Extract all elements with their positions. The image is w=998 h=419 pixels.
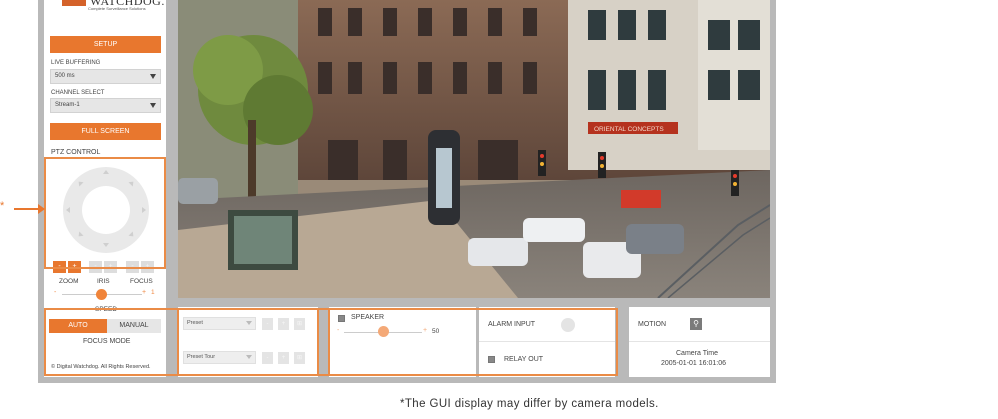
camera-scene-image: ORIENTAL CONCEPTS <box>178 0 770 298</box>
alarm-panel <box>479 307 615 377</box>
motion-label: MOTION <box>638 321 666 328</box>
brand-tagline: Complete Surveillance Solutions <box>88 6 146 11</box>
live-video-view[interactable]: ORIENTAL CONCEPTS <box>178 0 770 298</box>
preset-add-button[interactable]: + <box>278 318 289 330</box>
preset-goto-button[interactable]: ⊞ <box>294 318 305 330</box>
annotation-arrow-icon <box>38 204 45 214</box>
relay-out-label: RELAY OUT <box>504 356 544 363</box>
ptz-joystick-center[interactable] <box>82 186 130 234</box>
copyright-text: © Digital Watchdog. All Rights Reserved. <box>51 364 151 370</box>
setup-button[interactable]: SETUP <box>50 36 161 53</box>
caption-note: *The GUI display may differ by camera mo… <box>400 398 659 410</box>
chevron-down-icon <box>246 355 252 359</box>
pan-down-arrow-icon[interactable] <box>103 243 109 247</box>
speed-plus[interactable]: + <box>142 289 146 296</box>
ptz-control-label: PTZ CONTROL <box>51 149 101 156</box>
alarm-divider <box>479 341 615 342</box>
preset-remove-button[interactable]: - <box>262 318 273 330</box>
preset-tour-select-value: Preset Tour <box>187 354 216 360</box>
focus-far-button[interactable]: + <box>141 261 154 273</box>
speaker-plus[interactable]: + <box>423 327 427 334</box>
speaker-minus[interactable]: - <box>337 327 339 334</box>
annotation-pointer-line <box>14 208 40 210</box>
speed-minus[interactable]: - <box>54 289 56 296</box>
pan-left-arrow-icon[interactable] <box>66 207 70 213</box>
fullscreen-button[interactable]: FULL SCREEN <box>50 123 161 140</box>
speed-label: SPEED <box>95 306 118 313</box>
pan-up-arrow-icon[interactable] <box>103 170 109 174</box>
chevron-down-icon <box>150 74 156 79</box>
speed-slider-knob[interactable] <box>96 289 107 300</box>
annotation-star: * <box>0 200 5 212</box>
speaker-slider-knob[interactable] <box>378 326 389 337</box>
speaker-volume-value: 50 <box>432 328 440 335</box>
chevron-down-icon <box>246 321 252 325</box>
zoom-out-button[interactable]: - <box>53 261 66 273</box>
channel-select-label: CHANNEL SELECT <box>51 90 105 96</box>
preset-tour-add-button[interactable]: + <box>278 352 289 364</box>
shop-sign-text: ORIENTAL CONCEPTS <box>594 126 664 133</box>
logo-mark-icon <box>62 0 86 6</box>
preset-tour-play-button[interactable]: ⊞ <box>294 352 305 364</box>
channel-select[interactable]: Stream-1 <box>50 98 161 113</box>
preset-select[interactable]: Preset <box>183 317 256 330</box>
speaker-checkbox[interactable] <box>338 315 345 322</box>
preset-tour-select[interactable]: Preset Tour <box>183 351 256 364</box>
camera-time-label: Camera Time <box>676 350 719 357</box>
focus-mode-label: FOCUS MODE <box>83 338 131 345</box>
iris-label: IRIS <box>97 278 110 285</box>
iris-close-button[interactable]: - <box>89 261 102 273</box>
pan-right-arrow-icon[interactable] <box>142 207 146 213</box>
alarm-input-indicator-icon <box>561 318 575 332</box>
focus-mode-manual-tab[interactable]: MANUAL <box>107 319 161 333</box>
preset-select-value: Preset <box>187 320 203 326</box>
live-buffering-value: 500 ms <box>55 73 75 79</box>
focus-label: FOCUS <box>130 278 153 285</box>
zoom-label: ZOOM <box>59 278 79 285</box>
focus-mode-auto-tab[interactable]: AUTO <box>49 319 107 333</box>
live-buffering-label: LIVE BUFFERING <box>51 60 101 66</box>
live-buffering-select[interactable]: 500 ms <box>50 69 161 84</box>
iris-open-button[interactable]: + <box>104 261 117 273</box>
motion-indicator-icon: ⚲ <box>690 318 702 330</box>
speed-value: 1 <box>151 289 155 296</box>
alarm-input-label: ALARM INPUT <box>488 321 536 328</box>
channel-select-value: Stream-1 <box>55 102 80 108</box>
zoom-in-button[interactable]: + <box>68 261 81 273</box>
camera-time-value: 2005-01-01 16:01:06 <box>661 360 726 367</box>
preset-tour-remove-button[interactable]: - <box>262 352 273 364</box>
focus-near-button[interactable]: - <box>126 261 139 273</box>
brand-logo: WATCHDOG. Complete Surveillance Solution… <box>62 0 164 14</box>
relay-out-checkbox[interactable] <box>488 356 495 363</box>
status-divider <box>629 341 770 342</box>
speaker-label: SPEAKER <box>351 314 385 321</box>
camera-web-viewer: WATCHDOG. Complete Surveillance Solution… <box>0 0 998 419</box>
chevron-down-icon <box>150 103 156 108</box>
